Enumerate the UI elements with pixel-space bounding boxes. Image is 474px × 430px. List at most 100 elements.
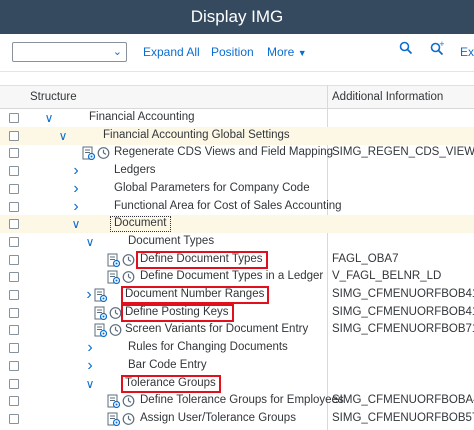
tree-node-label[interactable]: Global Parameters for Company Code bbox=[114, 182, 310, 194]
more-button[interactable]: More ▼ bbox=[267, 45, 307, 59]
additional-info-cell: FAGL_OBA7 bbox=[332, 253, 399, 265]
search-next-icon[interactable]: + bbox=[430, 40, 445, 58]
tree-row[interactable]: ∨ Tolerance Groups bbox=[0, 375, 474, 393]
execute-activity-icon[interactable] bbox=[122, 412, 135, 426]
tree-row[interactable]: Screen Variants for Document Entry SIMG_C… bbox=[0, 321, 474, 339]
collapse-arrow-icon[interactable]: ∨ bbox=[83, 233, 97, 251]
row-checkbox[interactable] bbox=[9, 202, 19, 212]
execute-activity-icon[interactable] bbox=[122, 270, 135, 284]
row-checkbox[interactable] bbox=[9, 379, 19, 389]
tree-row[interactable]: ∨ Financial Accounting bbox=[0, 109, 474, 127]
documentation-icon[interactable] bbox=[82, 146, 95, 160]
search-icon[interactable] bbox=[399, 41, 413, 58]
row-checkbox[interactable] bbox=[9, 148, 19, 158]
row-checkbox[interactable] bbox=[9, 343, 19, 353]
collapse-arrow-icon[interactable]: ∨ bbox=[69, 215, 83, 233]
row-checkbox[interactable] bbox=[9, 308, 19, 318]
tree-row[interactable]: Define Posting Keys SIMG_CFMENUORFBOB41 bbox=[0, 304, 474, 322]
additional-info-cell: SIMG_REGEN_CDS_VIEWS bbox=[332, 146, 474, 158]
additional-info-cell: SIMG_CFMENUORFBOB71 bbox=[332, 323, 474, 335]
highlight-box bbox=[121, 286, 269, 304]
expand-arrow-icon[interactable]: › bbox=[69, 198, 83, 216]
row-checkbox[interactable] bbox=[9, 361, 19, 371]
tree-row[interactable]: Regenerate CDS Views and Field Mapping SI… bbox=[0, 144, 474, 162]
row-checkbox[interactable] bbox=[9, 396, 19, 406]
tree-node-label[interactable]: Define Document Types in a Ledger bbox=[140, 270, 323, 282]
tree-node-label[interactable]: Define Tolerance Groups for Employees bbox=[140, 394, 344, 406]
tree-node-label[interactable]: Bar Code Entry bbox=[128, 359, 207, 371]
documentation-icon[interactable] bbox=[94, 323, 107, 337]
documentation-icon[interactable] bbox=[94, 306, 107, 320]
additional-info-cell: SIMG_CFMENUORFBOBA4 bbox=[332, 394, 474, 406]
row-checkbox[interactable] bbox=[9, 237, 19, 247]
tree-row[interactable]: Define Document Types in a Ledger V_FAGL_… bbox=[0, 268, 474, 286]
row-checkbox[interactable] bbox=[9, 255, 19, 265]
execute-activity-icon[interactable] bbox=[97, 146, 110, 160]
exit-button[interactable]: Ex bbox=[460, 45, 474, 59]
tree-node-label[interactable]: Ledgers bbox=[114, 164, 156, 176]
position-button[interactable]: Position bbox=[211, 45, 254, 59]
tree-row[interactable]: ∨ Financial Accounting Global Settings bbox=[0, 127, 474, 145]
tree-node-label[interactable]: Financial Accounting Global Settings bbox=[103, 129, 290, 141]
tree-row[interactable]: ∨ Document bbox=[0, 215, 474, 233]
highlight-box bbox=[136, 251, 268, 269]
tree-row[interactable]: ∨ Document Types bbox=[0, 233, 474, 251]
execute-activity-icon[interactable] bbox=[122, 253, 135, 267]
collapse-arrow-icon[interactable]: ∨ bbox=[56, 127, 70, 145]
documentation-icon[interactable] bbox=[107, 412, 120, 426]
row-checkbox[interactable] bbox=[9, 184, 19, 194]
row-checkbox[interactable] bbox=[9, 325, 19, 335]
tree-row[interactable]: Define Tolerance Groups for Employees SIM… bbox=[0, 392, 474, 410]
row-checkbox[interactable] bbox=[9, 290, 19, 300]
tree-node-label[interactable]: Screen Variants for Document Entry bbox=[125, 323, 308, 335]
row-checkbox[interactable] bbox=[9, 166, 19, 176]
tree-node-label[interactable]: Functional Area for Cost of Sales Accoun… bbox=[114, 200, 342, 212]
caret-down-icon: ▼ bbox=[297, 48, 307, 58]
execute-activity-icon[interactable] bbox=[109, 323, 122, 337]
collapse-arrow-icon[interactable]: ∨ bbox=[42, 109, 56, 127]
row-checkbox[interactable] bbox=[9, 113, 19, 123]
tree-row[interactable]: › Global Parameters for Company Code bbox=[0, 180, 474, 198]
highlight-box bbox=[121, 375, 221, 393]
additional-info-cell: V_FAGL_BELNR_LD bbox=[332, 270, 442, 282]
documentation-icon[interactable] bbox=[107, 253, 120, 267]
window-title: Display IMG bbox=[190, 7, 284, 26]
additional-info-cell: SIMG_CFMENUORFBOB57 bbox=[332, 412, 474, 424]
tree-row[interactable]: › Rules for Changing Documents bbox=[0, 339, 474, 357]
tree-node-label[interactable]: Assign User/Tolerance Groups bbox=[140, 412, 296, 424]
row-checkbox[interactable] bbox=[9, 414, 19, 424]
structure-column-header: Structure bbox=[30, 91, 77, 103]
documentation-icon[interactable] bbox=[107, 270, 120, 284]
title-bar: Display IMG bbox=[0, 0, 474, 34]
execute-activity-icon[interactable] bbox=[122, 394, 135, 408]
row-checkbox[interactable] bbox=[9, 131, 19, 141]
expand-arrow-icon[interactable]: › bbox=[83, 357, 97, 375]
row-checkbox[interactable] bbox=[9, 272, 19, 282]
tree-row[interactable]: Define Document Types FAGL_OBA7 bbox=[0, 251, 474, 269]
toolbar: ⌄ Expand All Position More ▼ + Ex bbox=[0, 34, 474, 72]
tree-row[interactable]: › Document Number Ranges SIMG_CFMENUORFBOB… bbox=[0, 286, 474, 304]
highlight-box bbox=[121, 304, 234, 322]
expand-arrow-icon[interactable]: › bbox=[69, 162, 83, 180]
structure-dropdown[interactable]: ⌄ bbox=[12, 42, 127, 62]
expand-arrow-icon[interactable]: › bbox=[69, 180, 83, 198]
row-checkbox[interactable] bbox=[9, 219, 19, 229]
tree-row[interactable]: Assign User/Tolerance Groups SIMG_CFMENUO… bbox=[0, 410, 474, 428]
tree-node-label[interactable]: Document Types bbox=[128, 235, 214, 247]
expand-arrow-icon[interactable]: › bbox=[83, 339, 97, 357]
table-header: Structure Additional Information bbox=[0, 85, 474, 109]
expand-all-button[interactable]: Expand All bbox=[143, 45, 200, 59]
tree-row[interactable]: › Ledgers bbox=[0, 162, 474, 180]
additional-info-cell: SIMG_CFMENUORFBOB41 bbox=[332, 288, 474, 300]
documentation-icon[interactable] bbox=[107, 394, 120, 408]
tree-row[interactable]: › Bar Code Entry bbox=[0, 357, 474, 375]
tree-node-label[interactable]: Regenerate CDS Views and Field Mapping bbox=[114, 146, 333, 158]
collapse-arrow-icon[interactable]: ∨ bbox=[83, 375, 97, 393]
tree-row[interactable]: › Functional Area for Cost of Sales Accou… bbox=[0, 198, 474, 216]
more-label: More bbox=[267, 45, 295, 59]
tree-node-label[interactable]: Financial Accounting bbox=[89, 111, 194, 123]
documentation-icon[interactable] bbox=[94, 288, 107, 302]
tree-node-label[interactable]: Rules for Changing Documents bbox=[128, 341, 288, 353]
info-column-header: Additional Information bbox=[332, 91, 444, 103]
focus-outline bbox=[110, 216, 171, 232]
